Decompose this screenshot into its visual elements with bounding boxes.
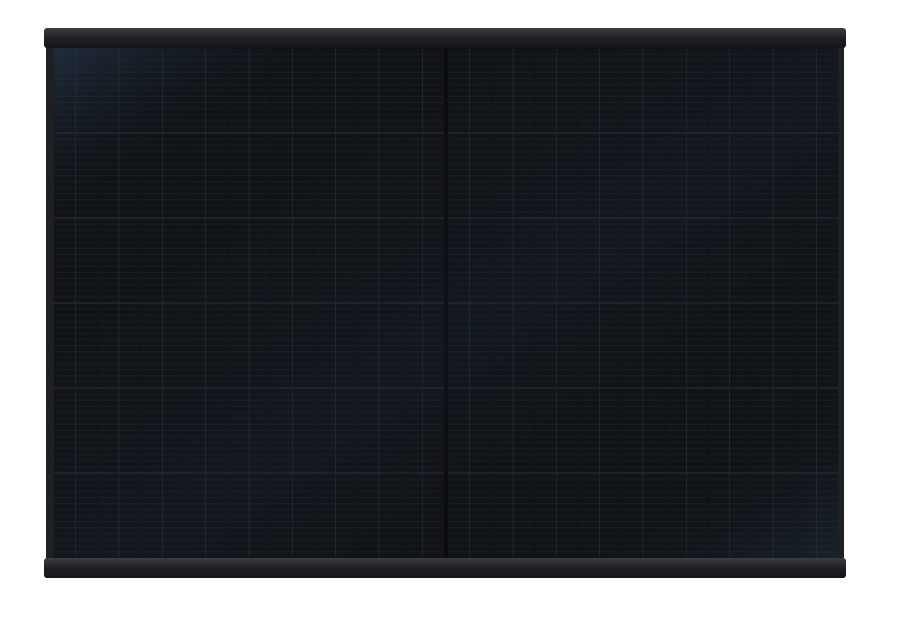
solar-panel: [44, 28, 846, 578]
panel-top-rail: [44, 28, 846, 48]
glass-reflection: [54, 48, 838, 558]
photo-scene: [0, 0, 899, 623]
panel-bottom-rail: [44, 558, 846, 578]
